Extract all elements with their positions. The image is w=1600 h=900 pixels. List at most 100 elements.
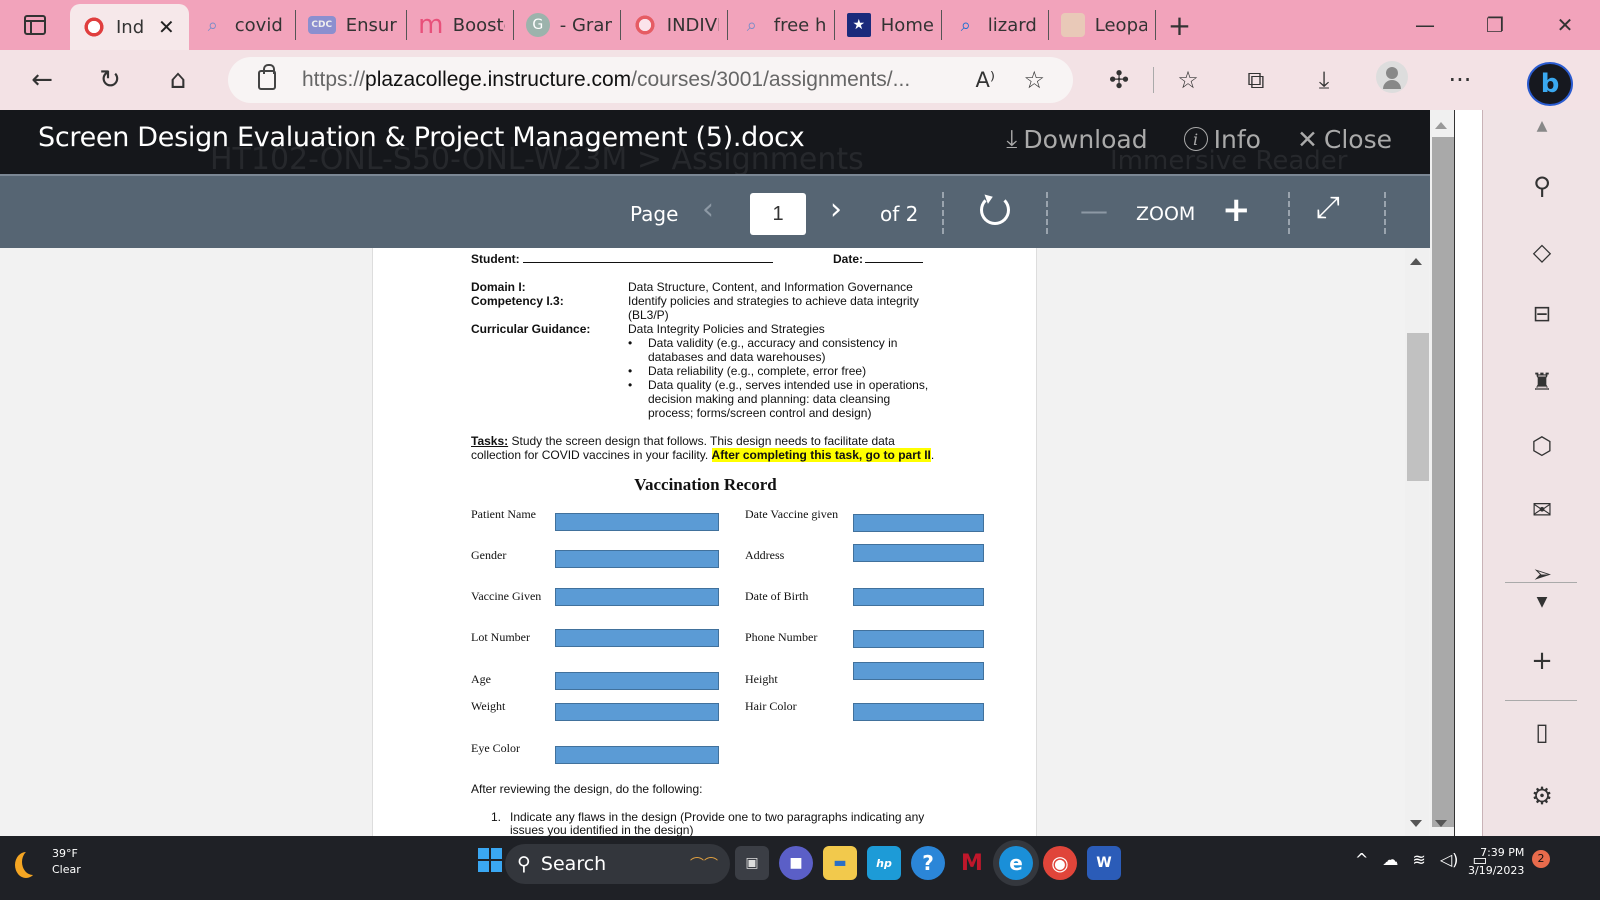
read-aloud-icon[interactable]: A⁾: [975, 68, 995, 92]
refresh-button[interactable]: ↻: [76, 50, 144, 110]
new-tab-button[interactable]: +: [1168, 9, 1191, 42]
weather-widget[interactable]: 39°F Clear: [14, 846, 81, 878]
favorites-icon[interactable]: ☆: [1154, 66, 1222, 94]
bing-chat-icon[interactable]: b: [1527, 62, 1573, 106]
mcafee-icon[interactable]: M: [955, 846, 989, 880]
close-tab-icon[interactable]: ✕: [158, 15, 175, 39]
page-scrollbar[interactable]: [1430, 110, 1454, 836]
chrome-icon[interactable]: ◉: [1043, 846, 1077, 880]
teams-chat-icon[interactable]: ■: [779, 846, 813, 880]
viewer-toolbar: Page ‹ › of 2 — ZOOM + ⤢: [0, 174, 1430, 248]
onedrive-cloud-icon[interactable]: ☁: [1382, 850, 1398, 869]
page-label: Page: [630, 202, 679, 226]
field-box-date-of-birth: [853, 588, 984, 606]
document-scrollbar[interactable]: [1405, 248, 1429, 836]
sidebar-office-icon[interactable]: ⬡: [1483, 432, 1600, 460]
sidebar-outlook-icon[interactable]: ✉: [1483, 496, 1600, 524]
collections-icon[interactable]: ⧉: [1222, 66, 1290, 94]
edge-icon[interactable]: e: [999, 846, 1033, 880]
tab-lizard[interactable]: ⌕ lizard t: [942, 0, 1048, 50]
viewer-actions: ⤓ Download i Info ✕ Close: [1006, 124, 1392, 154]
word-icon[interactable]: W: [1087, 846, 1121, 880]
system-clock[interactable]: 7:39 PM 3/19/2023: [1468, 844, 1524, 880]
tab-grammarly[interactable]: G - Gram: [514, 0, 620, 50]
field-label-lot-number: Lot Number: [471, 630, 530, 644]
taskbar-search[interactable]: ⚲ Search ⌒⌒: [505, 844, 730, 884]
address-bar[interactable]: https://plazacollege.instructure.com/cou…: [228, 57, 1073, 103]
next-page-button[interactable]: ›: [830, 192, 842, 227]
tasks-paragraph-2: collection for COVID vaccines in your fa…: [471, 448, 935, 462]
tab-individual[interactable]: INDIVII: [621, 0, 727, 50]
volume-icon[interactable]: ◁): [1440, 850, 1459, 869]
task-view-icon[interactable]: ▣: [735, 846, 769, 880]
close-button[interactable]: ✕ Close: [1297, 124, 1392, 154]
extensions-icon[interactable]: ✣: [1085, 66, 1153, 94]
myhp-icon[interactable]: hp: [867, 846, 901, 880]
fullscreen-button[interactable]: ⤢: [1316, 190, 1340, 225]
zoom-out-button[interactable]: —: [1080, 194, 1108, 227]
browser-toolbar: ✣ ☆ ⧉ ⤓ ···: [1085, 50, 1494, 110]
scroll-down-arrow-icon[interactable]: [1410, 820, 1422, 827]
add-favorite-icon[interactable]: ☆: [1023, 66, 1045, 94]
field-box-vaccine-given: [555, 588, 719, 606]
scroll-up-arrow-icon[interactable]: [1435, 122, 1447, 129]
previous-page-button[interactable]: ‹: [702, 192, 714, 227]
zoom-in-button[interactable]: +: [1222, 190, 1251, 230]
sidebar-settings-icon[interactable]: ⚙: [1483, 782, 1600, 810]
minimize-button[interactable]: —: [1390, 0, 1460, 50]
info-button[interactable]: i Info: [1183, 124, 1261, 154]
more-menu-icon[interactable]: ···: [1426, 66, 1494, 94]
rotate-button[interactable]: [980, 195, 1010, 225]
scrollbar-thumb[interactable]: [1407, 333, 1429, 481]
canvas-icon: [82, 15, 106, 39]
numbered-item-text: Indicate any flaws in the design (Provid…: [510, 810, 925, 824]
field-box-eye-color: [555, 746, 719, 764]
help-icon[interactable]: ?: [911, 846, 945, 880]
sidebar-split-screen-icon[interactable]: ▯: [1483, 718, 1600, 746]
sidebar-send-icon[interactable]: ➢: [1483, 560, 1600, 582]
url-text[interactable]: https://plazacollege.instructure.com/cou…: [302, 68, 910, 92]
search-icon: ⚲: [517, 853, 531, 875]
file-explorer-icon[interactable]: ▬: [823, 846, 857, 880]
competency-text: Identify policies and strategies to achi…: [628, 294, 919, 308]
tab-free-ho[interactable]: ⌕ free ho: [728, 0, 834, 50]
tab-ind[interactable]: Ind ✕: [70, 4, 189, 50]
sidebar-add-icon[interactable]: +: [1483, 646, 1600, 676]
show-hidden-icons-chevron[interactable]: ^: [1355, 850, 1368, 869]
profile-button[interactable]: [1358, 61, 1426, 99]
tab-booster[interactable]: m Booste: [407, 0, 513, 50]
tab-actions-button[interactable]: [0, 0, 70, 50]
windows-taskbar: 39°F Clear ⚲ Search ⌒⌒ ▣ ■ ▬ hp ? M e ◉ W…: [0, 836, 1600, 900]
start-button[interactable]: [478, 848, 502, 872]
restore-button[interactable]: ❐: [1460, 0, 1530, 50]
downloads-icon[interactable]: ⤓: [1290, 66, 1358, 94]
scroll-up-arrow-icon[interactable]: [1410, 258, 1422, 265]
zoom-label: ZOOM: [1136, 203, 1196, 225]
close-window-button[interactable]: ✕: [1530, 0, 1600, 50]
sidebar-scroll-up-icon[interactable]: ▲: [1483, 118, 1600, 134]
home-button[interactable]: ⌂: [144, 50, 212, 110]
field-label-address: Address: [745, 548, 785, 562]
sidebar-shopping-tag-icon[interactable]: ◇: [1483, 238, 1600, 266]
tab-leopard[interactable]: Leopar: [1049, 0, 1155, 50]
field-label-weight: Weight: [471, 699, 506, 713]
notification-badge[interactable]: 2: [1532, 850, 1550, 868]
sidebar-search-icon[interactable]: ⚲: [1483, 172, 1600, 200]
tab-ensuring[interactable]: CDC Ensurin: [296, 0, 406, 50]
sidebar-more-down-icon[interactable]: ▼: [1483, 594, 1600, 610]
wifi-icon[interactable]: ≋: [1412, 850, 1425, 869]
field-label-vaccine-given: Vaccine Given: [471, 589, 542, 603]
moon-icon: [22, 849, 44, 875]
tab-covid[interactable]: ⌕ covid 1: [189, 0, 295, 50]
scrollbar-thumb[interactable]: [1432, 137, 1454, 827]
scroll-down-arrow-icon[interactable]: [1435, 820, 1447, 827]
page-number-input[interactable]: [750, 193, 806, 235]
download-button[interactable]: ⤓ Download: [1006, 124, 1147, 154]
tab-homework[interactable]: ★ Homew: [835, 0, 941, 50]
sidebar-tools-icon[interactable]: ⊟: [1483, 302, 1600, 327]
field-label-date-of-birth: Date of Birth: [745, 589, 809, 603]
sidebar-games-icon[interactable]: ♜: [1483, 368, 1600, 396]
back-button[interactable]: ←: [8, 50, 76, 110]
sidebar-divider: [1505, 582, 1577, 583]
toolbar-divider: [1288, 192, 1290, 234]
